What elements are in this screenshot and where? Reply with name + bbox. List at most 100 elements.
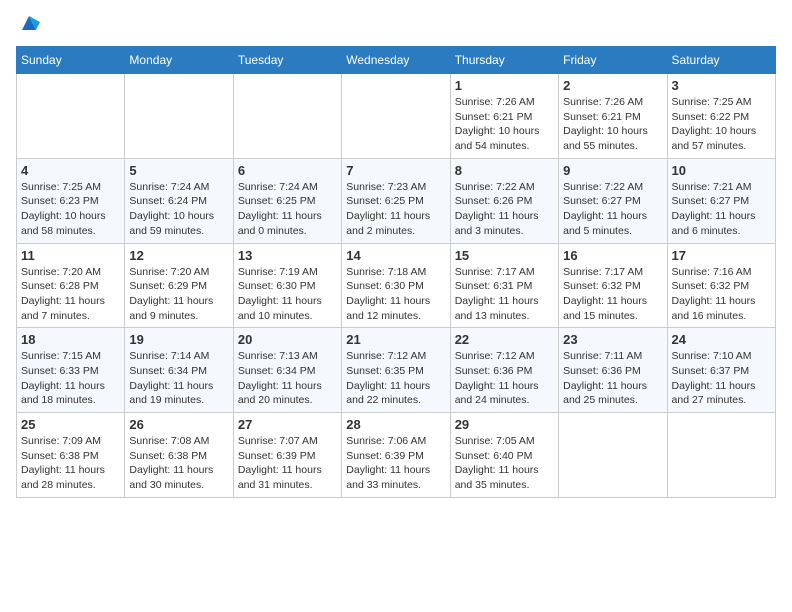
day-number: 17: [672, 248, 771, 263]
calendar-week-row: 25 Sunrise: 7:09 AMSunset: 6:38 PMDayligh…: [17, 413, 776, 498]
calendar-cell: 25 Sunrise: 7:09 AMSunset: 6:38 PMDayligh…: [17, 413, 125, 498]
day-number: 20: [238, 332, 337, 347]
day-number: 2: [563, 78, 662, 93]
day-of-week-header: Sunday: [17, 47, 125, 74]
calendar-table: SundayMondayTuesdayWednesdayThursdayFrid…: [16, 46, 776, 498]
day-number: 28: [346, 417, 445, 432]
calendar-cell: 10 Sunrise: 7:21 AMSunset: 6:27 PMDayligh…: [667, 158, 775, 243]
calendar-cell: 5 Sunrise: 7:24 AMSunset: 6:24 PMDaylight…: [125, 158, 233, 243]
day-info: Sunrise: 7:25 AMSunset: 6:23 PMDaylight:…: [21, 180, 120, 239]
calendar-header-row: SundayMondayTuesdayWednesdayThursdayFrid…: [17, 47, 776, 74]
calendar-cell: 21 Sunrise: 7:12 AMSunset: 6:35 PMDayligh…: [342, 328, 450, 413]
day-of-week-header: Tuesday: [233, 47, 341, 74]
day-info: Sunrise: 7:21 AMSunset: 6:27 PMDaylight:…: [672, 180, 771, 239]
day-number: 16: [563, 248, 662, 263]
day-number: 15: [455, 248, 554, 263]
day-of-week-header: Thursday: [450, 47, 558, 74]
day-info: Sunrise: 7:15 AMSunset: 6:33 PMDaylight:…: [21, 349, 120, 408]
day-number: 25: [21, 417, 120, 432]
day-info: Sunrise: 7:24 AMSunset: 6:25 PMDaylight:…: [238, 180, 337, 239]
calendar-week-row: 1 Sunrise: 7:26 AMSunset: 6:21 PMDaylight…: [17, 74, 776, 159]
day-info: Sunrise: 7:10 AMSunset: 6:37 PMDaylight:…: [672, 349, 771, 408]
day-number: 22: [455, 332, 554, 347]
day-number: 27: [238, 417, 337, 432]
day-of-week-header: Saturday: [667, 47, 775, 74]
day-info: Sunrise: 7:23 AMSunset: 6:25 PMDaylight:…: [346, 180, 445, 239]
day-number: 23: [563, 332, 662, 347]
day-info: Sunrise: 7:08 AMSunset: 6:38 PMDaylight:…: [129, 434, 228, 493]
calendar-cell: 17 Sunrise: 7:16 AMSunset: 6:32 PMDayligh…: [667, 243, 775, 328]
day-info: Sunrise: 7:19 AMSunset: 6:30 PMDaylight:…: [238, 265, 337, 324]
calendar-cell: 16 Sunrise: 7:17 AMSunset: 6:32 PMDayligh…: [559, 243, 667, 328]
day-info: Sunrise: 7:22 AMSunset: 6:26 PMDaylight:…: [455, 180, 554, 239]
day-of-week-header: Wednesday: [342, 47, 450, 74]
day-info: Sunrise: 7:06 AMSunset: 6:39 PMDaylight:…: [346, 434, 445, 493]
calendar-cell: 11 Sunrise: 7:20 AMSunset: 6:28 PMDayligh…: [17, 243, 125, 328]
day-number: 19: [129, 332, 228, 347]
day-info: Sunrise: 7:12 AMSunset: 6:35 PMDaylight:…: [346, 349, 445, 408]
calendar-cell: 1Sunrise: 7:26 AMSunset: 6:21 PMDaylight…: [450, 74, 558, 159]
day-info: Sunrise: 7:20 AMSunset: 6:28 PMDaylight:…: [21, 265, 120, 324]
day-info: Sunrise: 7:18 AMSunset: 6:30 PMDaylight:…: [346, 265, 445, 324]
calendar-cell: 26 Sunrise: 7:08 AMSunset: 6:38 PMDayligh…: [125, 413, 233, 498]
calendar-cell: [233, 74, 341, 159]
day-number: 26: [129, 417, 228, 432]
calendar-cell: [17, 74, 125, 159]
calendar-cell: [559, 413, 667, 498]
calendar-cell: 8 Sunrise: 7:22 AMSunset: 6:26 PMDaylight…: [450, 158, 558, 243]
calendar-cell: [125, 74, 233, 159]
logo-icon: [18, 12, 40, 34]
page-header: [16, 16, 776, 34]
day-number: 9: [563, 163, 662, 178]
day-info: Sunrise: 7:11 AMSunset: 6:36 PMDaylight:…: [563, 349, 662, 408]
day-of-week-header: Monday: [125, 47, 233, 74]
calendar-week-row: 11 Sunrise: 7:20 AMSunset: 6:28 PMDayligh…: [17, 243, 776, 328]
calendar-cell: 6 Sunrise: 7:24 AMSunset: 6:25 PMDaylight…: [233, 158, 341, 243]
day-number: 8: [455, 163, 554, 178]
day-number: 10: [672, 163, 771, 178]
day-number: 18: [21, 332, 120, 347]
day-number: 21: [346, 332, 445, 347]
calendar-cell: 4 Sunrise: 7:25 AMSunset: 6:23 PMDaylight…: [17, 158, 125, 243]
day-info: Sunrise: 7:24 AMSunset: 6:24 PMDaylight:…: [129, 180, 228, 239]
day-number: 12: [129, 248, 228, 263]
calendar-cell: 12 Sunrise: 7:20 AMSunset: 6:29 PMDayligh…: [125, 243, 233, 328]
day-number: 14: [346, 248, 445, 263]
calendar-cell: 2 Sunrise: 7:26 AMSunset: 6:21 PMDaylight…: [559, 74, 667, 159]
day-number: 11: [21, 248, 120, 263]
day-info: Sunrise: 7:07 AMSunset: 6:39 PMDaylight:…: [238, 434, 337, 493]
day-number: 3: [672, 78, 771, 93]
day-of-week-header: Friday: [559, 47, 667, 74]
day-info: Sunrise: 7:22 AMSunset: 6:27 PMDaylight:…: [563, 180, 662, 239]
day-info: Sunrise: 7:25 AMSunset: 6:22 PMDaylight:…: [672, 95, 771, 154]
calendar-cell: 7 Sunrise: 7:23 AMSunset: 6:25 PMDaylight…: [342, 158, 450, 243]
calendar-cell: 20 Sunrise: 7:13 AMSunset: 6:34 PMDayligh…: [233, 328, 341, 413]
day-info: Sunrise: 7:05 AMSunset: 6:40 PMDaylight:…: [455, 434, 554, 493]
day-number: 6: [238, 163, 337, 178]
day-info: Sunrise: 7:17 AMSunset: 6:32 PMDaylight:…: [563, 265, 662, 324]
day-number: 29: [455, 417, 554, 432]
calendar-cell: [342, 74, 450, 159]
day-info: Sunrise: 7:14 AMSunset: 6:34 PMDaylight:…: [129, 349, 228, 408]
calendar-cell: 27 Sunrise: 7:07 AMSunset: 6:39 PMDayligh…: [233, 413, 341, 498]
calendar-cell: 18 Sunrise: 7:15 AMSunset: 6:33 PMDayligh…: [17, 328, 125, 413]
calendar-cell: 9 Sunrise: 7:22 AMSunset: 6:27 PMDaylight…: [559, 158, 667, 243]
day-number: 5: [129, 163, 228, 178]
day-number: 7: [346, 163, 445, 178]
calendar-cell: [667, 413, 775, 498]
day-info: Sunrise: 7:16 AMSunset: 6:32 PMDaylight:…: [672, 265, 771, 324]
day-info: Sunrise: 7:26 AMSunset: 6:21 PMDaylight:…: [563, 95, 662, 154]
day-number: 1: [455, 78, 554, 93]
calendar-week-row: 18 Sunrise: 7:15 AMSunset: 6:33 PMDayligh…: [17, 328, 776, 413]
calendar-cell: 15 Sunrise: 7:17 AMSunset: 6:31 PMDayligh…: [450, 243, 558, 328]
calendar-cell: 24Sunrise: 7:10 AMSunset: 6:37 PMDayligh…: [667, 328, 775, 413]
calendar-cell: 28 Sunrise: 7:06 AMSunset: 6:39 PMDayligh…: [342, 413, 450, 498]
day-info: Sunrise: 7:13 AMSunset: 6:34 PMDaylight:…: [238, 349, 337, 408]
day-info: Sunrise: 7:20 AMSunset: 6:29 PMDaylight:…: [129, 265, 228, 324]
logo: [16, 16, 40, 34]
calendar-cell: 13 Sunrise: 7:19 AMSunset: 6:30 PMDayligh…: [233, 243, 341, 328]
day-info: Sunrise: 7:09 AMSunset: 6:38 PMDaylight:…: [21, 434, 120, 493]
day-number: 13: [238, 248, 337, 263]
day-info: Sunrise: 7:17 AMSunset: 6:31 PMDaylight:…: [455, 265, 554, 324]
day-number: 4: [21, 163, 120, 178]
